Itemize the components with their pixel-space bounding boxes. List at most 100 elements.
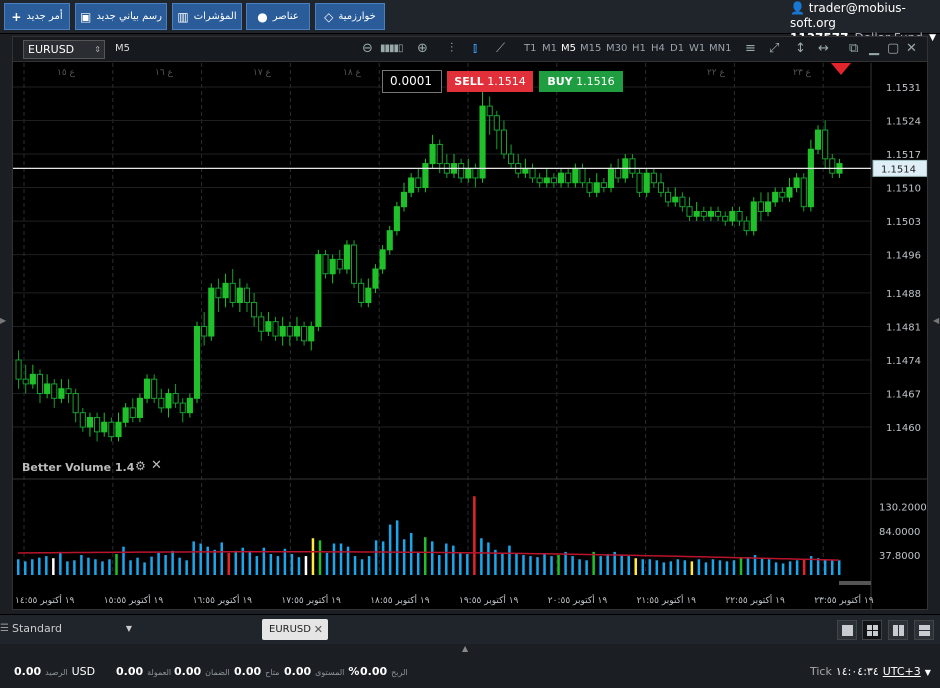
chart-tabs-bar: ☰ Standard ▼ EURUSD ✕ [0, 614, 940, 644]
price-tick-label: 1.1524 [886, 116, 921, 127]
popout-icon[interactable]: ⧉ [849, 41, 858, 56]
chart-window: EURUSD ⇕ M5 ⊖ ▮▮▮▮▯ ⊕ ⫶ ⫾ ⟋ T1 M1 M5 M15… [12, 36, 928, 610]
right-edge-arrow-icon[interactable]: ◀ [933, 316, 939, 325]
volume-bar [620, 555, 623, 575]
menu-icon[interactable]: ☰ [0, 623, 9, 634]
layout-rows-icon[interactable] [914, 620, 934, 640]
volume-bar [739, 558, 743, 575]
volume-bar [585, 560, 588, 575]
candle-body [493, 115, 500, 131]
quantity-input[interactable]: 0.0001 [382, 70, 442, 93]
volume-bar [423, 537, 427, 575]
candle-body [793, 177, 800, 189]
volume-bar [564, 551, 567, 575]
line-chart-icon[interactable]: ⟋ [496, 41, 505, 56]
sell-button[interactable]: SELL 1.1514 [447, 71, 533, 92]
timeframe-m5[interactable]: M5 [561, 43, 576, 54]
volume-bar [788, 561, 792, 575]
price-tick-label: 1.1488 [886, 289, 921, 300]
profit: 0.00 الربح [360, 665, 408, 678]
candle-body [108, 421, 115, 438]
layout-single-icon[interactable] [837, 620, 857, 640]
close-indicator-icon[interactable]: ✕ [151, 458, 162, 473]
maximize-icon[interactable]: ▢ [887, 41, 899, 56]
candle-body [572, 167, 579, 184]
volume-bar [171, 550, 174, 575]
candle-body [807, 148, 814, 208]
volume-bar [346, 546, 350, 575]
timeframe-t1[interactable]: T1 [524, 43, 536, 54]
volume-bar [311, 538, 315, 575]
settings-lines-icon[interactable]: ≡ [745, 41, 756, 56]
diamond-icon: ◇ [324, 9, 334, 24]
volume-bar [290, 554, 294, 575]
algorithms-label: خوارزمية [338, 11, 376, 22]
candle-body [143, 378, 151, 399]
timeframe-h1[interactable]: H1 [632, 43, 646, 54]
time-tick-label: ١٩ أكتوبر ١٩:٥٥ [459, 594, 519, 606]
volume-bar [395, 520, 399, 575]
candle-body [722, 215, 729, 222]
zoom-in-icon[interactable]: ⊕ [417, 41, 428, 56]
volume-bar [66, 561, 69, 575]
candle-body [379, 249, 386, 270]
left-edge-arrow-icon[interactable]: ▶ [0, 316, 6, 325]
volume-bar [543, 554, 546, 575]
candle-body [322, 254, 329, 275]
tab-eurusd[interactable]: EURUSD ✕ [262, 619, 328, 640]
indicators-button[interactable]: ▥ المؤشرات [172, 3, 242, 30]
timeframe-m15[interactable]: M15 [580, 43, 601, 54]
candle-body [272, 321, 279, 337]
volume-bar [522, 555, 525, 575]
candle-body [365, 287, 372, 304]
timeframe-w1[interactable]: W1 [689, 43, 705, 54]
caret-down-icon[interactable]: ▼ [925, 668, 931, 677]
timeframe-d1[interactable]: D1 [670, 43, 684, 54]
candle-body [350, 244, 358, 284]
bar-chart-icon[interactable]: ⫶ [450, 41, 453, 56]
chart-plot[interactable]: ع ١٥ ع ١٦ ع ١٧ ع ١٨ ع ٢٢ ع ٢٣ 1.1531 1.1524 1.15… [13, 63, 927, 609]
symbol-select[interactable]: EURUSD ⇕ [23, 40, 105, 59]
zoom-out-icon[interactable]: ⊖ [362, 41, 373, 56]
volume-bar [648, 559, 652, 575]
timeframe-mn1[interactable]: MN1 [709, 43, 731, 54]
candle-body [729, 210, 736, 222]
candle-body [72, 393, 79, 414]
margin-level: 0.00 المستوى % [284, 665, 359, 678]
candle-body [629, 158, 636, 174]
new-chart-button[interactable]: ▣ رسم بياني جديد [75, 3, 167, 30]
horizontal-resize-icon[interactable]: ↔ [818, 41, 829, 56]
close-icon[interactable]: ✕ [906, 41, 917, 56]
new-order-button[interactable]: + أمر جديد [4, 3, 70, 30]
timeframe-m1[interactable]: M1 [542, 43, 557, 54]
layout-grid-icon[interactable] [862, 620, 882, 640]
objects-button[interactable]: ● عناصر [246, 3, 310, 30]
volume-bar [718, 560, 722, 575]
volume-bar [409, 533, 413, 575]
buy-button[interactable]: BUY 1.1516 [539, 71, 623, 92]
candle-body [479, 105, 486, 179]
candle-body [665, 191, 672, 203]
volume-bar [655, 560, 659, 575]
timezone-select[interactable]: UTC+3 [883, 665, 921, 678]
timeframe-m30[interactable]: M30 [606, 43, 627, 54]
gear-icon[interactable]: ⚙ [135, 459, 146, 473]
layout-columns-icon[interactable] [888, 620, 908, 640]
candle-body [101, 421, 108, 433]
algorithms-button[interactable]: ◇ خوارزمية [315, 3, 385, 30]
candle-body [715, 210, 722, 217]
vertical-resize-icon[interactable]: ↕ [795, 41, 806, 56]
close-tab-icon[interactable]: ✕ [314, 619, 323, 640]
price-tick-label: 1.1460 [886, 423, 921, 434]
symbol-select-value: EURUSD [28, 43, 75, 56]
volume-bar [571, 556, 574, 575]
candle-body [329, 258, 336, 275]
expand-diagonal-icon[interactable]: ⤢ [769, 41, 779, 56]
timeframe-h4[interactable]: H4 [651, 43, 665, 54]
candle-chart-icon[interactable]: ⫾ [473, 41, 477, 56]
time-tick-label: ١٩ أكتوبر ١٦:٥٥ [193, 594, 253, 606]
candle-body [315, 254, 322, 327]
minimize-icon[interactable]: ▁ [869, 41, 879, 56]
caret-down-icon[interactable]: ▼ [929, 31, 936, 46]
profile-select[interactable]: Standard ▼ [12, 622, 136, 635]
